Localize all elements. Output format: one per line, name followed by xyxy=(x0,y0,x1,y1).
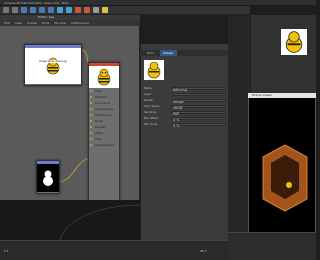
attr-field-blur-scale[interactable]: 0 % xyxy=(172,122,226,128)
undo-icon[interactable] xyxy=(3,7,9,13)
attr-row-blur-offset: Blur Offset 0 % xyxy=(144,116,226,122)
camera-icon[interactable] xyxy=(93,7,99,13)
attr-field-shader[interactable]: Image xyxy=(172,98,226,104)
attr-field-layer[interactable] xyxy=(172,92,226,96)
scale-icon[interactable] xyxy=(39,7,45,13)
render-settings-icon[interactable] xyxy=(84,7,90,13)
main-toolbar xyxy=(0,6,250,15)
bee-thumbnail xyxy=(281,29,307,55)
render-icon[interactable] xyxy=(75,7,81,13)
menu-preferences[interactable]: Preferences xyxy=(71,21,89,25)
rotate-icon[interactable] xyxy=(48,7,54,13)
attr-field-sampling[interactable]: MIP xyxy=(172,110,226,116)
menu-edit[interactable]: Edit xyxy=(4,21,10,25)
redo-icon[interactable] xyxy=(12,7,18,13)
attr-row-blur-scale: Blur Scale 0 % xyxy=(144,122,226,128)
attribute-tabs: Basic Shader xyxy=(140,50,228,56)
bee-icon xyxy=(285,31,303,53)
attr-row-layer: Layer xyxy=(144,92,226,96)
port-displacement[interactable]: Displacement xyxy=(89,142,119,148)
picture-viewer-title: Picture Viewer xyxy=(248,93,316,98)
move-icon[interactable] xyxy=(30,7,36,13)
menu-tools[interactable]: Tools xyxy=(42,21,49,25)
light-icon[interactable] xyxy=(102,7,108,13)
material-preview xyxy=(89,66,119,88)
attribute-preview xyxy=(144,60,164,80)
tab-shader[interactable]: Shader xyxy=(159,50,177,56)
object-manager xyxy=(250,15,316,95)
material-ports: Color Diffusion Luminance Transparency R… xyxy=(89,88,119,148)
alpha-node[interactable] xyxy=(36,160,60,194)
app-title: Cinema 4D R20.026 (RC) - [bee.c4d] - Mai… xyxy=(4,0,69,5)
timeline[interactable]: 0 F 90 F xyxy=(0,240,228,260)
bee-icon xyxy=(97,68,111,86)
image-node-thumbnail: Image Node (bee.png) xyxy=(25,48,81,84)
material-node[interactable]: Color Diffusion Luminance Transparency R… xyxy=(88,62,120,220)
attr-row-sampling: Sampling MIP xyxy=(144,110,226,116)
pen-icon[interactable] xyxy=(66,7,72,13)
bee-icon xyxy=(46,57,60,75)
coordinates-panel xyxy=(228,232,316,260)
image-node-label: Image Node (bee.png) xyxy=(39,60,68,63)
timeline-end: 90 F xyxy=(200,249,207,253)
alpha-preview xyxy=(37,164,59,192)
menu-create[interactable]: Create xyxy=(27,21,37,25)
attr-row-name: Name bee.png xyxy=(144,86,226,92)
cube-icon[interactable] xyxy=(57,7,63,13)
select-icon[interactable] xyxy=(21,7,27,13)
bee-silhouette-icon xyxy=(43,170,53,186)
picture-viewer[interactable] xyxy=(248,93,316,233)
image-node[interactable]: Image Node (bee.png) xyxy=(24,44,82,86)
attr-field-name[interactable]: bee.png xyxy=(172,86,226,92)
attr-row-colorspace: Color Space sRGB xyxy=(144,104,226,110)
attr-field-colorspace[interactable]: sRGB xyxy=(172,104,226,110)
menu-view[interactable]: View xyxy=(15,21,22,25)
rendered-hex-jar xyxy=(262,144,308,212)
tab-basic[interactable]: Basic xyxy=(144,50,158,56)
menu-window[interactable]: Window xyxy=(54,21,66,25)
attr-field-blur-offset[interactable]: 0 % xyxy=(172,116,226,122)
bee-icon xyxy=(147,61,161,79)
timeline-start: 0 F xyxy=(4,249,9,253)
attr-row-shader: Shader Image xyxy=(144,98,226,104)
